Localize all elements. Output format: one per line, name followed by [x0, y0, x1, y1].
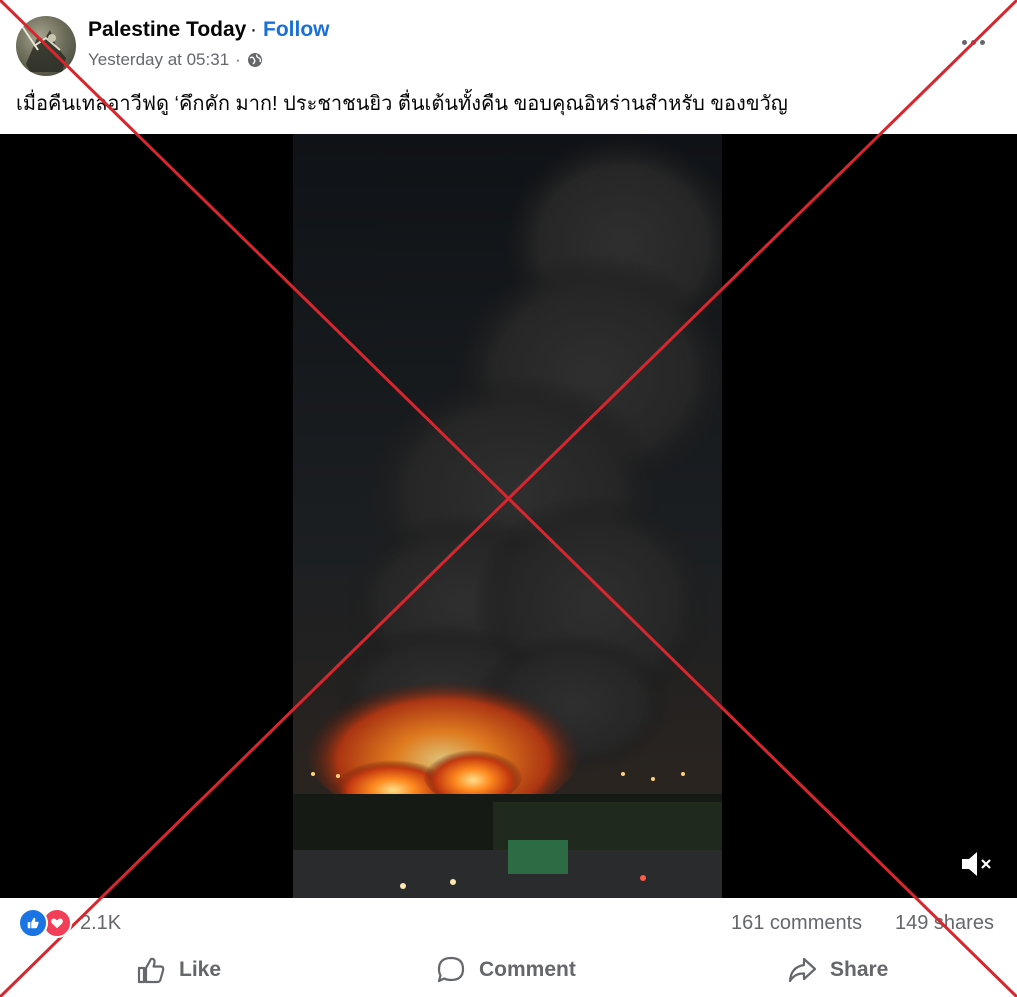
comment-bubble-icon — [437, 956, 465, 983]
thumbs-up-icon — [137, 957, 165, 984]
name-separator: · — [250, 18, 257, 41]
post-meta: Yesterday at 05:31 · — [88, 50, 263, 70]
like-reaction-icon — [18, 908, 48, 938]
post-timestamp[interactable]: Yesterday at 05:31 — [88, 50, 229, 70]
page-name[interactable]: Palestine Today — [88, 18, 246, 42]
facebook-post: Palestine Today · Follow Yesterday at 05… — [0, 0, 1017, 997]
comment-button[interactable]: Comment — [435, 952, 576, 988]
shares-count[interactable]: 149 shares — [895, 912, 994, 935]
more-dot — [961, 39, 967, 45]
share-label: Share — [830, 958, 889, 981]
more-dot — [979, 39, 985, 45]
meta-separator: · — [235, 50, 241, 69]
video-frame[interactable] — [293, 134, 722, 898]
reactions-summary[interactable]: 2.1K — [18, 908, 121, 938]
page-avatar[interactable] — [16, 16, 76, 76]
like-button[interactable]: Like — [135, 952, 221, 988]
more-options-icon[interactable] — [956, 30, 990, 54]
comments-count[interactable]: 161 comments — [731, 912, 862, 935]
video-player[interactable] — [0, 134, 1017, 898]
follow-button[interactable]: Follow — [263, 18, 330, 42]
like-label: Like — [179, 958, 222, 981]
globe-icon — [247, 52, 263, 68]
post-caption: เมื่อคืนเทลอาวีฟดู ‘คึกคัก มาก! ประชาชนย… — [16, 93, 788, 115]
share-arrow-icon — [788, 957, 817, 983]
speaker-muted-icon[interactable] — [958, 848, 994, 880]
reaction-count[interactable]: 2.1K — [80, 912, 121, 935]
comment-label: Comment — [479, 958, 576, 981]
share-button[interactable]: Share — [786, 952, 888, 988]
video-still — [293, 134, 722, 898]
more-dot — [970, 39, 976, 45]
